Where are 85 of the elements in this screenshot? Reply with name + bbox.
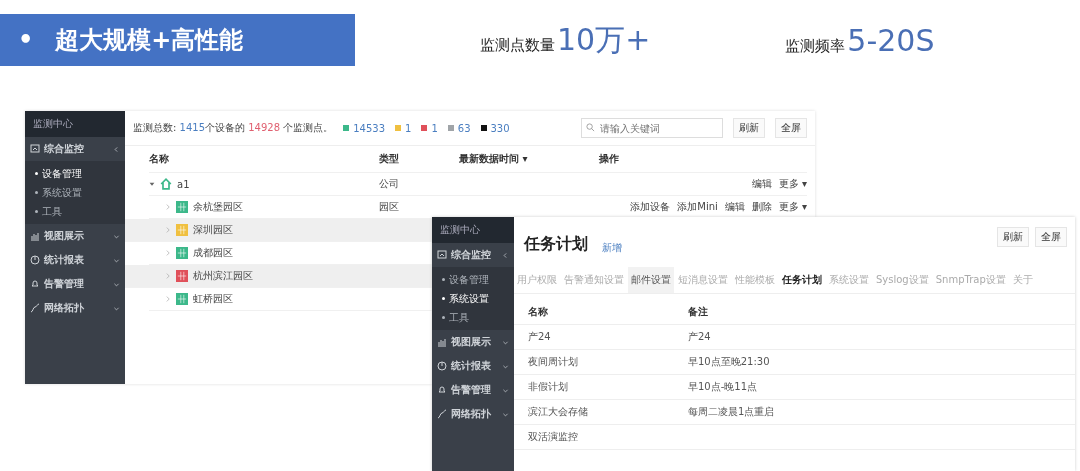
column-header: 操作 <box>599 152 620 166</box>
sidebar-title: 监测中心 <box>432 217 514 243</box>
column-header: 类型 <box>379 152 400 166</box>
legend-count: 1 <box>431 122 438 134</box>
legend-count: 63 <box>457 122 471 134</box>
action-link[interactable]: 编辑 <box>724 200 745 214</box>
sidebar-subitem[interactable]: 系统设置 <box>25 183 125 202</box>
tab[interactable]: 邮件设置 <box>628 267 674 293</box>
action-link[interactable]: 编辑 <box>751 177 772 191</box>
column-header: 最新数据时间 ▾ <box>459 152 529 166</box>
table-cell-text: 滨江大会存储 <box>528 405 589 419</box>
bar-chart-icon <box>437 337 447 347</box>
sidebar-subitem[interactable]: 工具 <box>432 308 514 327</box>
action-link[interactable]: 更多 ▾ <box>778 177 807 191</box>
sidebar-title: 监测中心 <box>25 111 125 137</box>
action-link[interactable]: 删除 <box>751 200 772 214</box>
grid-icon <box>176 293 188 305</box>
sidebar-item[interactable]: 告警管理 <box>432 378 514 402</box>
sidebar-item[interactable]: 统计报表 <box>432 354 514 378</box>
search-icon <box>586 123 595 132</box>
tree-node-label[interactable]: 深圳园区 <box>193 223 233 237</box>
sidebar-item[interactable]: 网络拓扑 <box>25 296 125 320</box>
tree-node-label[interactable]: 虹桥园区 <box>193 292 233 306</box>
line-icon <box>437 409 447 419</box>
monitor-icon <box>437 250 447 260</box>
toolbar-button[interactable]: 全屏 <box>1035 227 1067 247</box>
sidebar-item[interactable]: 统计报表 <box>25 248 125 272</box>
legend-count: 330 <box>490 122 510 134</box>
grid-icon <box>176 224 188 236</box>
sidebar-subitem[interactable]: 系统设置 <box>432 289 514 308</box>
table-cell-text: 园区 <box>379 200 400 214</box>
table-cell-text: 早10点至晚21:30 <box>688 355 771 369</box>
table-cell-text: 产24 <box>528 330 552 344</box>
sidebar-item[interactable]: 综合监控 <box>432 243 514 267</box>
sidebar-item[interactable]: 告警管理 <box>25 272 125 296</box>
page-title: 任务计划 <box>524 234 588 255</box>
search-field[interactable]: 请输入关键词 <box>581 118 723 138</box>
table-cell-text: 每周二凌晨1点重启 <box>688 405 776 419</box>
house-icon <box>160 178 172 190</box>
monitor-icon <box>30 144 40 154</box>
table-cell-text: 产24 <box>688 330 712 344</box>
stat-value: 5-20S <box>847 22 935 58</box>
add-link[interactable]: 新增 <box>602 241 622 255</box>
sidebar-subitem[interactable]: 工具 <box>25 202 125 221</box>
stat-label: 监测频率 <box>785 36 846 56</box>
sidebar-subitem[interactable]: 设备管理 <box>432 270 514 289</box>
table-cell-text: 双活演监控 <box>528 430 579 444</box>
tree-node-label[interactable]: 杭州滨江园区 <box>193 269 253 283</box>
grid-icon <box>176 247 188 259</box>
table-cell-text: 非假计划 <box>528 380 569 394</box>
grid-icon <box>176 270 188 282</box>
line-icon <box>30 303 40 313</box>
legend-count: 14533 <box>353 122 385 134</box>
tree-node-label[interactable]: 余杭堡园区 <box>193 200 243 214</box>
sidebar-item[interactable]: 网络拓扑 <box>432 402 514 426</box>
slide-title: 超大规模+高性能 <box>55 25 244 56</box>
action-link[interactable]: 添加Mini <box>677 200 718 214</box>
sidebar-subitem[interactable]: 设备管理 <box>25 164 125 183</box>
table-cell-text: 夜间周计划 <box>528 355 579 369</box>
sidebar-item[interactable]: 视图展示 <box>432 330 514 354</box>
bell-icon <box>437 385 447 395</box>
grid-icon <box>176 201 188 213</box>
action-link[interactable]: 添加设备 <box>630 200 671 214</box>
stat-label: 监测点数量 <box>480 35 555 55</box>
toolbar-button[interactable]: 刷新 <box>997 227 1029 247</box>
column-header: 名称 <box>149 152 170 166</box>
sidebar-item[interactable]: 综合监控 <box>25 137 125 161</box>
column-header: 名称 <box>528 305 549 319</box>
summary-text: 监测总数: 1415个设备的 14928 个监测点。 <box>133 121 334 135</box>
column-header: 备注 <box>688 305 709 319</box>
table-cell-text: 早10点-晚11点 <box>688 380 759 394</box>
bell-icon <box>30 279 40 289</box>
legend-count: 1 <box>405 122 412 134</box>
stat-value: 10万+ <box>557 20 651 59</box>
pie-chart-icon <box>437 361 447 371</box>
bullet: • <box>18 26 34 54</box>
action-link[interactable]: 更多 ▾ <box>778 200 807 214</box>
toolbar-button[interactable]: 全屏 <box>775 118 807 138</box>
tree-node-label[interactable]: a1 <box>177 178 190 190</box>
pie-chart-icon <box>30 255 40 265</box>
bar-chart-icon <box>30 231 40 241</box>
tree-node-label[interactable]: 成都园区 <box>193 246 233 260</box>
sidebar-item[interactable]: 视图展示 <box>25 224 125 248</box>
toolbar-button[interactable]: 刷新 <box>733 118 765 138</box>
table-cell-text: 公司 <box>379 177 400 191</box>
